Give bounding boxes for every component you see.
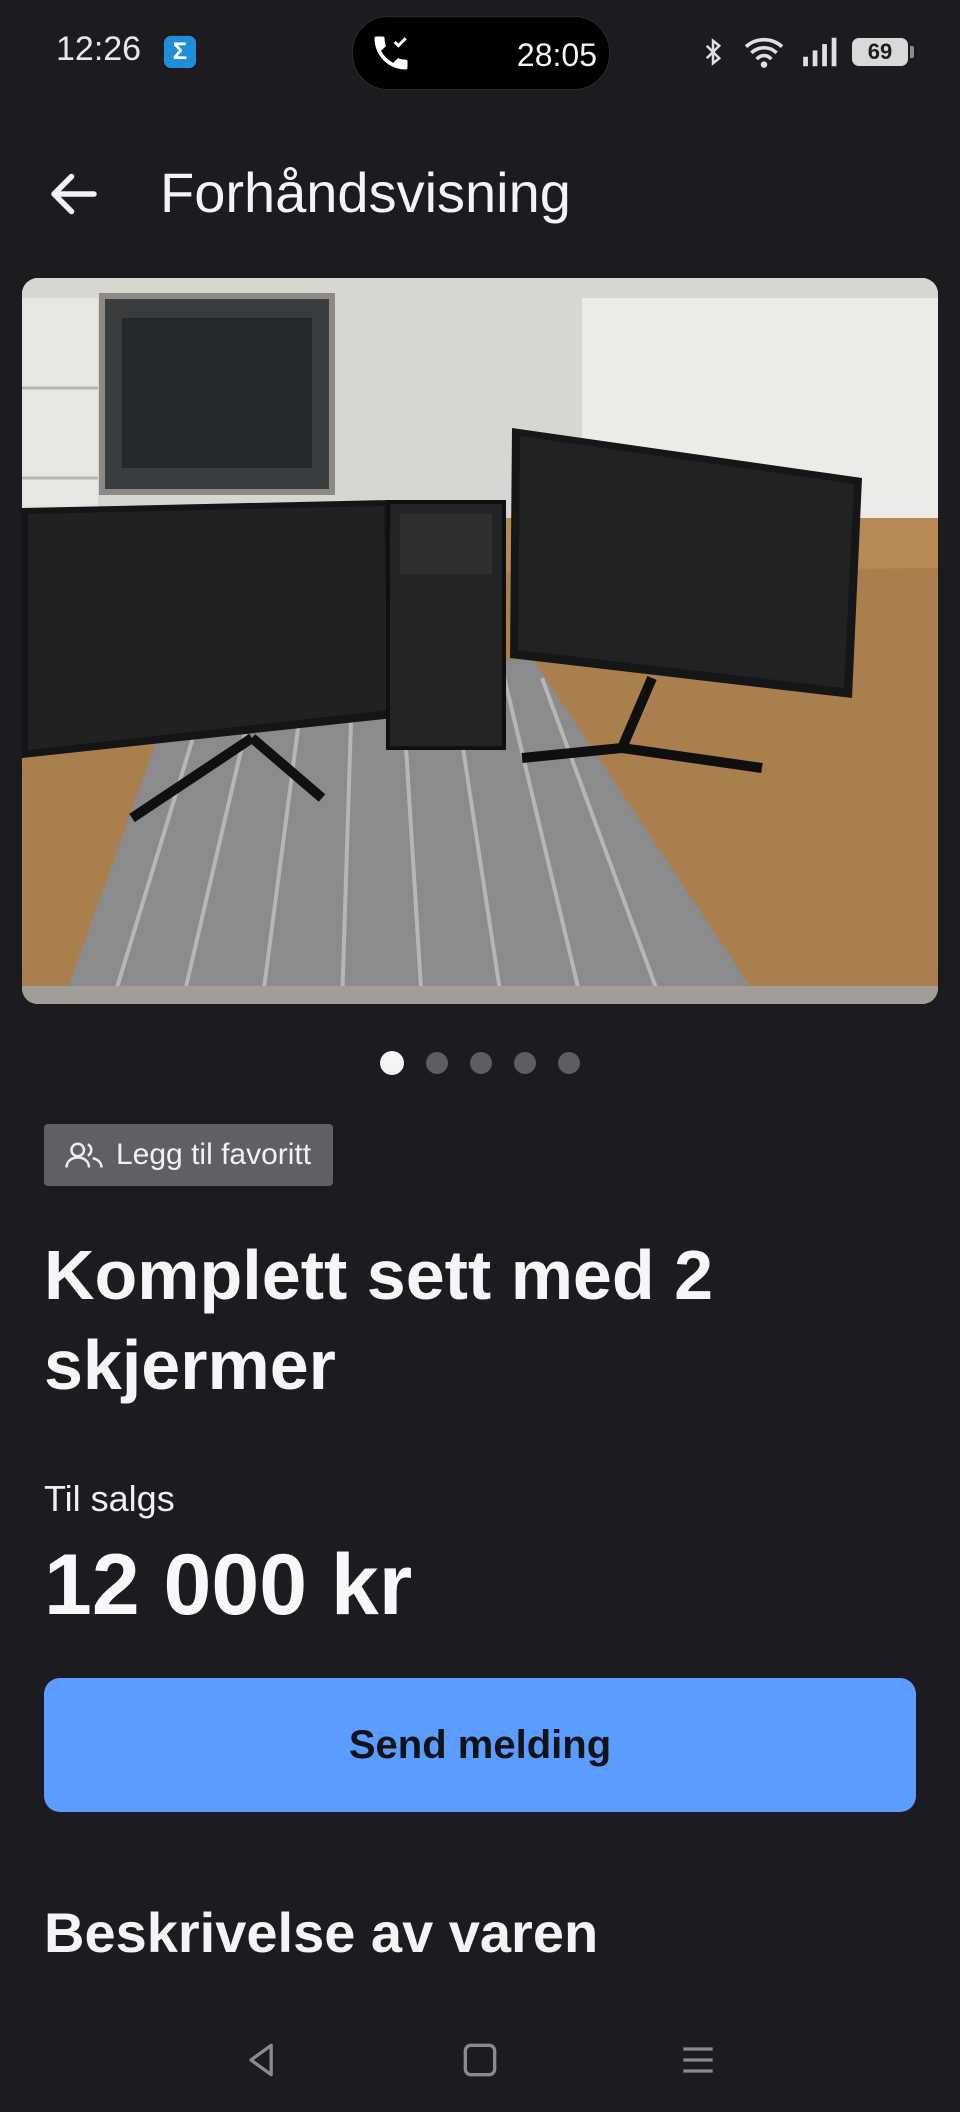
app-notification-icon: Σ — [164, 36, 196, 68]
call-duration: 28:05 — [516, 37, 597, 73]
send-message-button[interactable]: Send melding — [44, 1678, 916, 1812]
menu-lines-icon[interactable] — [676, 2038, 720, 2082]
page-dot[interactable] — [558, 1052, 580, 1074]
status-bar: 12:26 Σ 28:05 69 — [0, 0, 960, 104]
arrow-left-icon[interactable] — [44, 164, 104, 224]
ongoing-call-pill[interactable]: 28:05 — [352, 16, 610, 90]
system-navigation-bar — [0, 2020, 960, 2112]
favorite-label: Legg til favoritt — [116, 1138, 312, 1171]
battery-icon: 69 — [852, 38, 914, 66]
phone-icon — [374, 36, 408, 70]
photo-image — [22, 278, 938, 1004]
home-square-icon[interactable] — [458, 2038, 502, 2082]
signal-icon — [803, 37, 837, 67]
page-title: Forhåndsvisning — [160, 161, 571, 224]
users-icon — [65, 1142, 103, 1168]
app-header: Forhåndsvisning — [0, 140, 960, 240]
add-to-favorites-button[interactable]: Legg til favoritt — [44, 1124, 334, 1186]
listing-photo[interactable] — [22, 278, 938, 1004]
back-triangle-icon[interactable] — [240, 2038, 284, 2082]
status-time: 12:26 — [56, 30, 142, 68]
page-dot[interactable] — [470, 1052, 492, 1074]
wifi-icon — [744, 37, 784, 68]
page-dot[interactable] — [514, 1052, 536, 1074]
page-dot[interactable] — [426, 1052, 448, 1074]
gallery-pagination[interactable] — [0, 1051, 960, 1075]
system-icons: 69 — [698, 32, 914, 72]
listing-price: 12 000 kr — [44, 1537, 413, 1633]
bluetooth-icon — [705, 38, 722, 66]
listing-title: Komplett sett med 2 skjermer — [44, 1236, 713, 1404]
description-heading: Beskrivelse av varen — [44, 1901, 599, 1964]
sale-type-label: Til salgs — [44, 1478, 175, 1519]
page-dot-active[interactable] — [380, 1051, 404, 1075]
